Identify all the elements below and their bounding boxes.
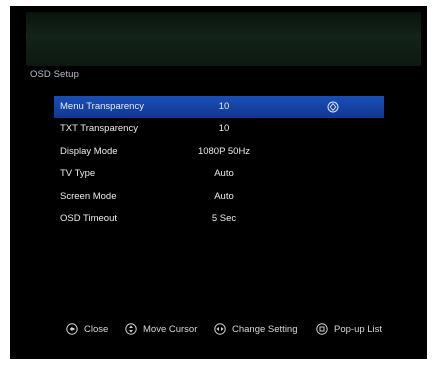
- menu-item-label: Menu Transparency: [60, 101, 144, 112]
- hint-change-setting: Change Setting: [214, 322, 298, 336]
- menu-item-tv-type[interactable]: TV Type Auto: [54, 163, 384, 185]
- hint-label: Pop-up List: [334, 323, 383, 335]
- menu-item-display-mode[interactable]: Display Mode 1080P 50Hz: [54, 141, 384, 163]
- header-band: [26, 12, 421, 66]
- hint-popup-list: Pop-up List: [316, 322, 382, 336]
- menu-item-label: OSD Timeout: [60, 212, 118, 224]
- menu-item-txt-transparency[interactable]: TXT Transparency 10: [54, 118, 384, 140]
- menu-item-value: 5 Sec: [211, 212, 237, 224]
- hint-label: Move Cursor: [143, 323, 198, 335]
- menu-item-menu-transparency[interactable]: Menu Transparency 10: [54, 96, 384, 119]
- hint-label: Change Setting: [232, 323, 298, 335]
- hint-close: Close: [66, 322, 108, 336]
- up-down-key-icon: [125, 323, 137, 335]
- menu-item-value: 10: [218, 123, 230, 135]
- menu-item-label: TV Type: [60, 168, 96, 180]
- menu-item-screen-mode[interactable]: Screen Mode Auto: [54, 186, 384, 208]
- menu-item-value: 1080P 50Hz: [197, 145, 251, 157]
- ok-key-icon: [316, 323, 328, 335]
- hint-label: Close: [84, 323, 109, 335]
- exit-key-icon: [66, 323, 78, 335]
- page-title: OSD Setup: [30, 69, 79, 80]
- key-hint-bar: Close Move Cursor Change Setting Pop-up …: [10, 318, 427, 338]
- menu-item-value: Auto: [214, 168, 234, 180]
- menu-item-label: TXT Transparency: [60, 123, 138, 135]
- left-right-key-icon: [214, 323, 226, 335]
- menu-item-label: Display Mode: [60, 145, 118, 157]
- menu-item-value: Auto: [214, 190, 234, 202]
- menu-item-osd-timeout[interactable]: OSD Timeout 5 Sec: [54, 208, 384, 230]
- tv-screen: OSD Setup Menu Transparency 10 TXT Trans…: [10, 6, 427, 359]
- menu-item-value: 10: [218, 101, 230, 112]
- menu-item-label: Screen Mode: [60, 190, 117, 202]
- settings-menu: Menu Transparency 10 TXT Transparency 10…: [54, 96, 384, 230]
- hint-move-cursor: Move Cursor: [125, 322, 197, 336]
- left-right-adjust-icon: [327, 101, 339, 113]
